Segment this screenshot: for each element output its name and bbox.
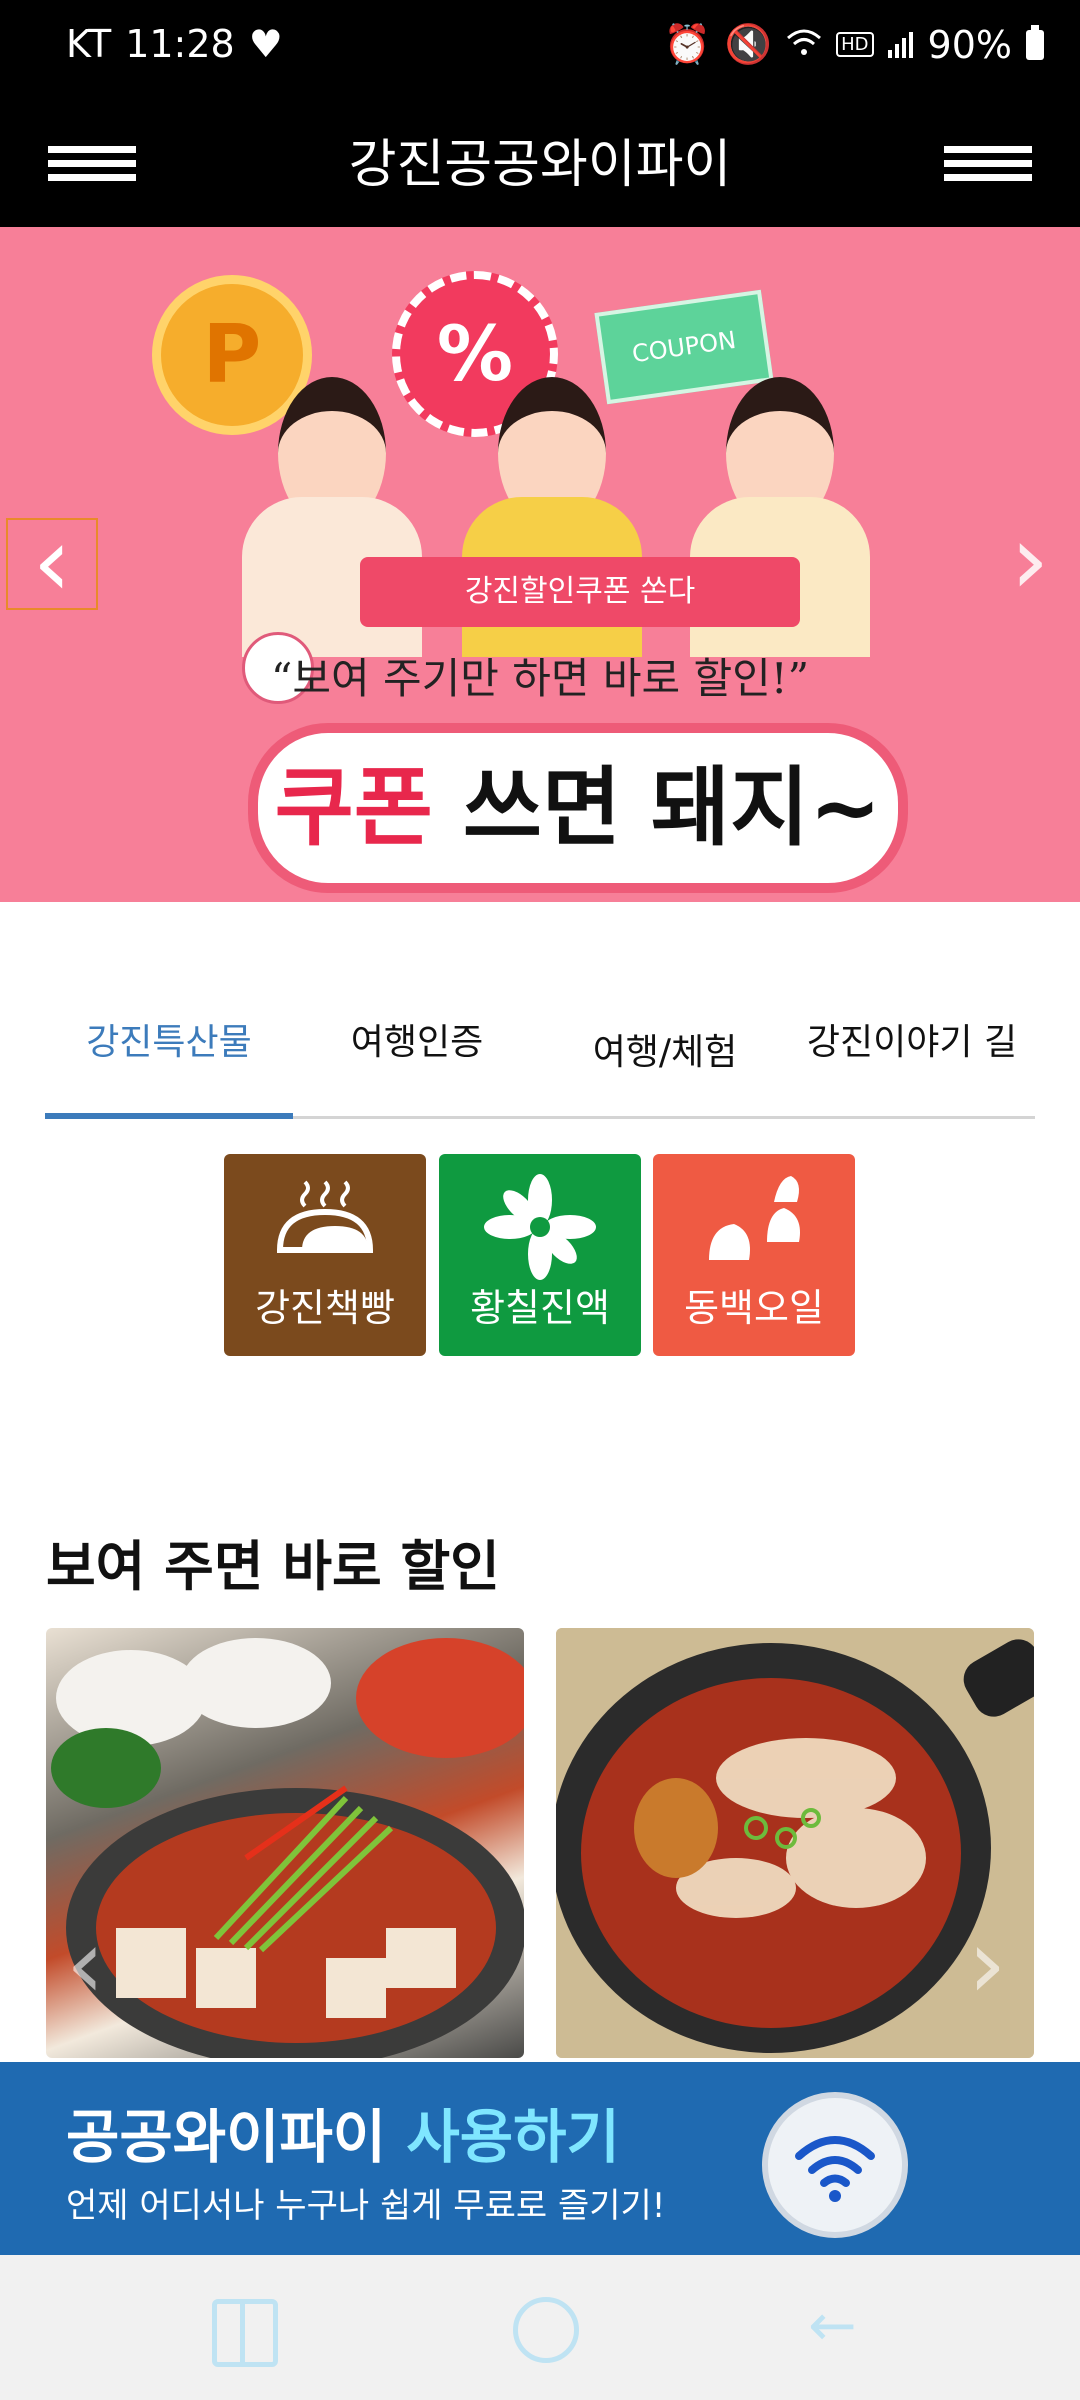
banner-quote: “보여 주기만 하면 바로 할인!” bbox=[270, 654, 810, 703]
home-icon[interactable] bbox=[513, 2297, 579, 2363]
app-title: 강진공공와이파이 bbox=[348, 135, 732, 195]
category-camellia-oil[interactable]: 동백오일 bbox=[653, 1154, 855, 1356]
tab-travel-cert[interactable]: 여행인증 bbox=[293, 988, 541, 1113]
bread-icon bbox=[224, 1172, 426, 1282]
recent-apps-icon[interactable] bbox=[212, 2299, 278, 2367]
promo-title: 공공와이파이 사용하기 bbox=[66, 2090, 620, 2174]
cards-next-arrow-icon[interactable]: › bbox=[968, 1908, 1006, 2020]
category-label: 동백오일 bbox=[684, 1286, 824, 1330]
wifi-status-icon bbox=[786, 23, 822, 67]
hd-badge: HD bbox=[836, 32, 874, 57]
category-tabs: 강진특산물 여행인증 여행/체험 강진이야기 길 bbox=[45, 988, 1035, 1119]
category-label: 강진책빵 bbox=[255, 1286, 395, 1330]
mute-icon: 🔇 bbox=[724, 22, 773, 66]
promo-title-highlight: 사용하기 bbox=[406, 2103, 620, 2171]
carrier-label: KT bbox=[66, 22, 112, 66]
back-icon[interactable]: ← bbox=[808, 2291, 857, 2359]
stew-image bbox=[51, 1638, 524, 2058]
status-right: ⏰ 🔇 HD 90% bbox=[663, 22, 1044, 67]
right-menu-button[interactable] bbox=[944, 126, 1032, 198]
section-title: 보여 주면 바로 할인 bbox=[46, 1535, 500, 1598]
alarm-icon: ⏰ bbox=[663, 22, 711, 66]
tab-story-road[interactable]: 강진이야기 길 bbox=[789, 988, 1035, 1113]
banner-ribbon: 강진할인쿠폰 쏜다 bbox=[360, 557, 800, 627]
headline-red: 쿠폰 bbox=[274, 758, 433, 858]
status-bar: KT 11:28 ♥ ⏰ 🔇 HD 90% bbox=[0, 0, 1080, 100]
flower-icon bbox=[439, 1172, 641, 1282]
promo-subtitle: 언제 어디서나 누구나 쉽게 무료로 즐기기! bbox=[66, 2186, 666, 2226]
promo-title-plain: 공공와이파이 bbox=[66, 2103, 407, 2171]
wifi-connect-button[interactable] bbox=[762, 2092, 908, 2238]
banner-prev-arrow-icon[interactable]: ‹ bbox=[6, 514, 98, 610]
battery-icon bbox=[1026, 24, 1044, 60]
signal-icon bbox=[887, 23, 914, 67]
battery-percent: 90% bbox=[927, 22, 1012, 67]
heart-icon: ♥ bbox=[248, 22, 283, 66]
tab-travel-experience[interactable]: 여행/체험 bbox=[541, 988, 789, 1113]
status-left: KT 11:28 ♥ bbox=[66, 22, 283, 66]
promo-banner-carousel[interactable]: P % COUPON 강진할인쿠폰 쏜다 “보여 주기만 하면 바로 할인!” … bbox=[0, 227, 1080, 902]
food-card-stew[interactable] bbox=[46, 1628, 524, 2058]
tab-specialty[interactable]: 강진특산물 bbox=[45, 988, 293, 1119]
cards-prev-arrow-icon[interactable]: ‹ bbox=[66, 1908, 104, 2020]
wifi-icon bbox=[795, 2136, 875, 2202]
system-nav-bar: ← bbox=[0, 2255, 1080, 2400]
app-header: 강진공공와이파이 bbox=[0, 100, 1080, 227]
headline-rest: 쓰면 돼지~ bbox=[432, 758, 882, 858]
banner-headline: 쿠폰 쓰면 돼지~ bbox=[248, 723, 908, 893]
tteokbokki-image bbox=[556, 1628, 1034, 2058]
banner-next-arrow-icon[interactable]: › bbox=[1000, 512, 1060, 608]
time-label: 11:28 bbox=[125, 22, 235, 66]
food-card-tteokbokki[interactable] bbox=[556, 1628, 1034, 2058]
category-bread[interactable]: 강진책빵 bbox=[224, 1154, 426, 1356]
wifi-promo-banner[interactable]: 공공와이파이 사용하기 언제 어디서나 누구나 쉽게 무료로 즐기기! bbox=[0, 2062, 1080, 2255]
category-hwangchil[interactable]: 황칠진액 bbox=[439, 1154, 641, 1356]
camellia-icon bbox=[653, 1172, 855, 1282]
category-label: 황칠진액 bbox=[470, 1286, 610, 1330]
